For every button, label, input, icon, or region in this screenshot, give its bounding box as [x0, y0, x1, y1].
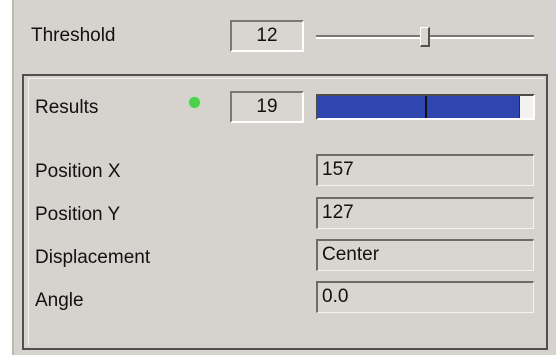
position-y-field[interactable]: 127: [316, 197, 534, 229]
angle-field[interactable]: 0.0: [316, 281, 534, 313]
results-value: 19: [230, 91, 304, 123]
progress-fill: [318, 96, 521, 118]
threshold-label: Threshold: [31, 25, 116, 46]
position-x-field[interactable]: 157: [316, 154, 534, 186]
position-y-label: Position Y: [35, 204, 121, 225]
displacement-label: Displacement: [35, 247, 151, 268]
threshold-value: 12: [230, 20, 304, 52]
threshold-slider[interactable]: [316, 26, 534, 48]
position-x-label: Position X: [35, 161, 121, 182]
status-indicator-icon: [189, 97, 200, 108]
results-progress-bar: [316, 94, 535, 120]
results-label: Results: [35, 97, 99, 118]
angle-label: Angle: [35, 290, 84, 311]
left-margin: [0, 0, 12, 355]
displacement-field[interactable]: Center: [316, 239, 534, 271]
slider-thumb[interactable]: [420, 27, 430, 47]
progress-marker: [424, 96, 427, 118]
left-margin-edge: [12, 0, 14, 355]
